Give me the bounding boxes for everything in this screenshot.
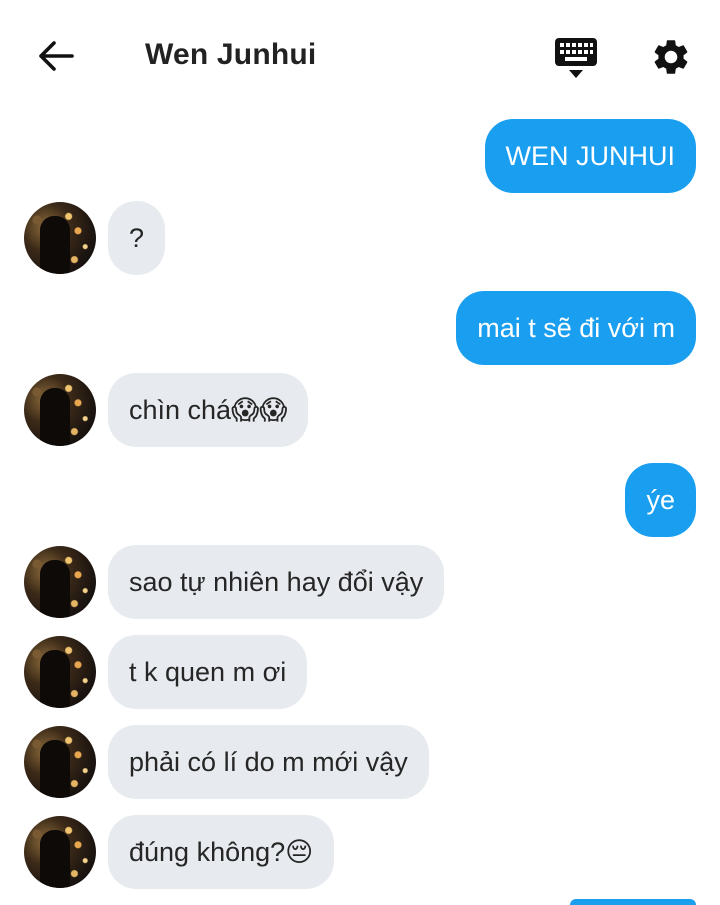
message-row-outgoing: ýe — [0, 463, 720, 537]
message-row-incoming: đúng không?😔 — [0, 815, 720, 889]
message-row-incoming: t k quen m ơi — [0, 635, 720, 709]
message-row-incoming: phải có lí do m mới vậy — [0, 725, 720, 799]
gear-icon — [654, 40, 688, 74]
message-bubble-incoming[interactable]: ? — [108, 201, 166, 275]
message-row-incoming: ? — [0, 201, 720, 275]
message-bubble-incoming[interactable]: t k quen m ơi — [108, 635, 308, 709]
message-row-incoming: chìn chá😱😱 — [0, 373, 720, 447]
message-bubble-outgoing[interactable]: mai t sẽ đi với m — [456, 291, 696, 365]
message-list[interactable]: WEN JUNHUI ? mai t sẽ đi với m chìn chá😱… — [0, 112, 720, 905]
keyboard-button[interactable] — [553, 36, 599, 80]
avatar[interactable] — [24, 546, 96, 618]
avatar[interactable] — [24, 202, 96, 274]
message-bubble-incoming[interactable]: sao tự nhiên hay đổi vậy — [108, 545, 445, 619]
message-bubble-outgoing[interactable]: WEN JUNHUI — [484, 119, 696, 193]
message-row-incoming: sao tự nhiên hay đổi vậy — [0, 545, 720, 619]
settings-button[interactable] — [650, 36, 692, 78]
keyboard-icon — [555, 38, 597, 78]
message-bubble-outgoing[interactable]: ýe — [625, 463, 696, 537]
avatar[interactable] — [24, 726, 96, 798]
chat-title: Wen Junhui — [145, 38, 317, 71]
message-row-outgoing: WEN JUNHUI — [0, 119, 720, 193]
message-bubble-incoming[interactable]: chìn chá😱😱 — [108, 373, 309, 447]
avatar[interactable] — [24, 374, 96, 446]
message-bubble-partial — [570, 899, 696, 905]
avatar[interactable] — [24, 816, 96, 888]
arrow-left-icon — [39, 41, 74, 71]
message-bubble-incoming[interactable]: đúng không?😔 — [108, 815, 335, 889]
avatar[interactable] — [24, 636, 96, 708]
message-bubble-incoming[interactable]: phải có lí do m mới vậy — [108, 725, 429, 799]
message-row-outgoing: mai t sẽ đi với m — [0, 291, 720, 365]
chat-header: Wen Junhui — [0, 0, 720, 112]
back-button[interactable] — [34, 34, 78, 78]
